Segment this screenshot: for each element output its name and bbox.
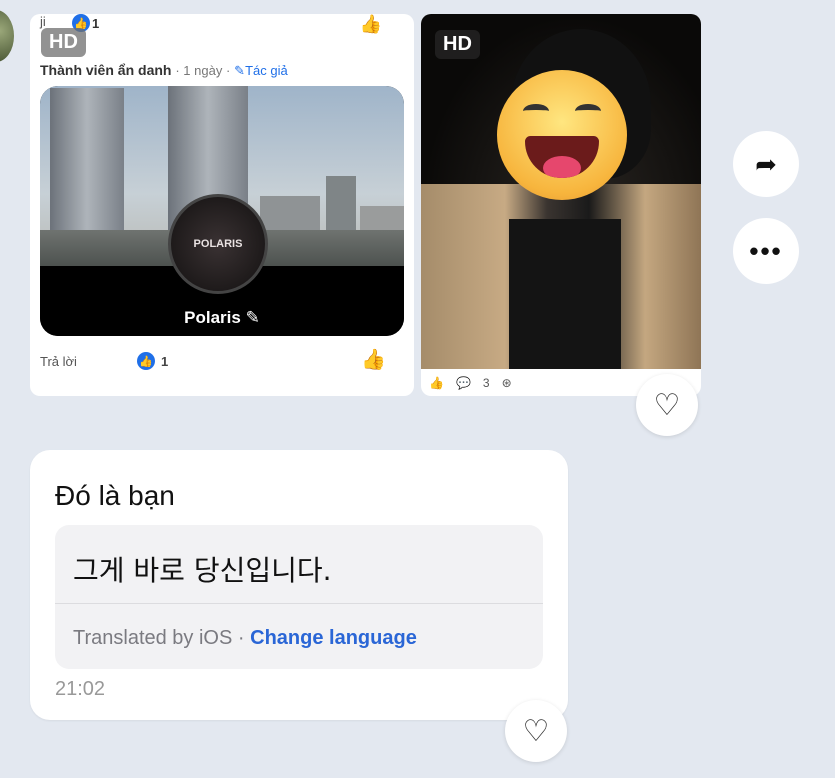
translated-by-label: Translated by iOS xyxy=(73,627,233,649)
author-line: Thành viên ẩn danh · 1 ngày · ✎Tác giả xyxy=(40,62,288,79)
messenger-icon: ⊛ xyxy=(501,376,512,390)
translated-text: 그게 바로 당신입니다. xyxy=(73,554,332,587)
image-attachment-comment-screenshot[interactable]: ji 👍 1 👍 HD Thành viên ẩn danh · 1 ngày … xyxy=(30,14,414,396)
profile-circle-text: POLARIS xyxy=(193,238,243,250)
grinning-emoji-icon xyxy=(497,70,627,200)
share-button[interactable]: ➦ xyxy=(733,131,799,197)
selfie-stats-row: 👍 💬 3 ⊛ xyxy=(429,376,512,390)
image-attachment-selfie[interactable]: HD 👍 💬 3 ⊛ xyxy=(421,14,701,396)
react-heart-button[interactable]: ♡ xyxy=(505,700,567,762)
change-language-link[interactable]: Change language xyxy=(250,627,417,649)
share-arrow-icon: ➦ xyxy=(755,148,777,179)
message-bubble[interactable]: Đó là bạn 그게 바로 당신입니다. Translated by iOS… xyxy=(30,450,568,720)
edit-icon: ✎ xyxy=(245,308,260,327)
hd-badge: HD xyxy=(41,28,86,57)
translation-box: 그게 바로 당신입니다. Translated by iOS · Change … xyxy=(55,525,543,669)
message-timestamp: 21:02 xyxy=(55,678,106,700)
comment-photo: POLARIS Polaris ✎ xyxy=(40,86,404,336)
shirt xyxy=(509,219,621,369)
thumbs-up-outline-icon: 👍 xyxy=(429,376,444,390)
comment-icon: 💬 xyxy=(455,376,471,390)
like-count: 1 xyxy=(160,353,169,369)
heart-icon: ♡ xyxy=(522,714,550,748)
more-icon: ••• xyxy=(749,235,783,266)
photo-name-text: Polaris xyxy=(184,308,241,327)
top-left-fragment: ji xyxy=(40,14,46,29)
message-text: Đó là bạn xyxy=(55,480,175,511)
photo-name: Polaris ✎ xyxy=(40,308,404,328)
react-heart-button[interactable]: ♡ xyxy=(636,374,698,436)
more-options-button[interactable]: ••• xyxy=(733,218,799,284)
reply-label: Trả lời xyxy=(40,353,77,369)
divider xyxy=(55,603,543,604)
pencil-icon: ✎ xyxy=(234,63,246,78)
comment-count: 3 xyxy=(482,376,490,390)
author-name: Thành viên ẩn danh xyxy=(40,62,172,78)
author-tag: Tác giả xyxy=(245,63,288,78)
heart-icon: ♡ xyxy=(653,388,681,422)
like-icon: 👍 xyxy=(136,352,155,370)
sender-avatar[interactable] xyxy=(0,10,14,62)
thumbs-up-outline-icon: 👍 xyxy=(359,14,382,34)
hd-badge: HD xyxy=(435,30,480,59)
reply-row: Trả lời 👍 1 xyxy=(40,352,168,370)
profile-circle: POLARIS xyxy=(168,194,268,294)
thumbs-up-filled-icon: 👍 xyxy=(361,349,386,371)
translation-footer: Translated by iOS · Change language xyxy=(73,627,417,650)
selfie-photo xyxy=(421,14,701,369)
top-like-count: 1 xyxy=(92,15,100,31)
author-meta: · 1 ngày · xyxy=(175,63,231,78)
separator-dot: · xyxy=(237,627,245,649)
